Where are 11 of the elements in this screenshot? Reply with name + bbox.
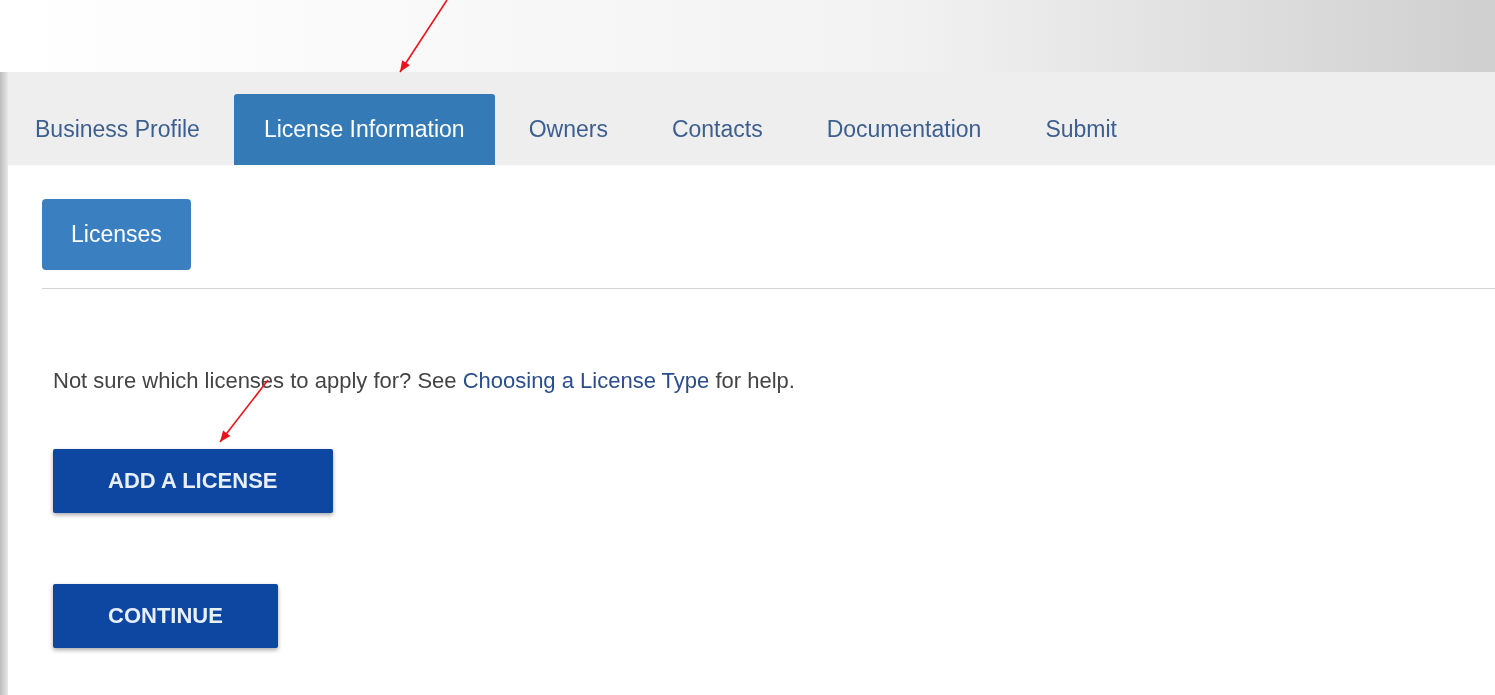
tab[interactable]: Business Profile: [8, 94, 230, 165]
help-link[interactable]: Choosing a License Type: [462, 368, 710, 393]
tab[interactable]: License Information: [233, 94, 495, 165]
subtab[interactable]: Licenses: [42, 199, 191, 270]
tab[interactable]: Contacts: [641, 94, 793, 165]
continue-button[interactable]: CONTINUE: [53, 584, 278, 648]
tab[interactable]: Owners: [498, 94, 638, 165]
add-license-button[interactable]: ADD A LICENSE: [53, 449, 333, 513]
tab[interactable]: Documentation: [796, 94, 1012, 165]
help-text: Not sure which licenses to apply for? See Choosing a License Type for help.: [53, 368, 796, 394]
tab[interactable]: Submit: [1015, 94, 1147, 165]
